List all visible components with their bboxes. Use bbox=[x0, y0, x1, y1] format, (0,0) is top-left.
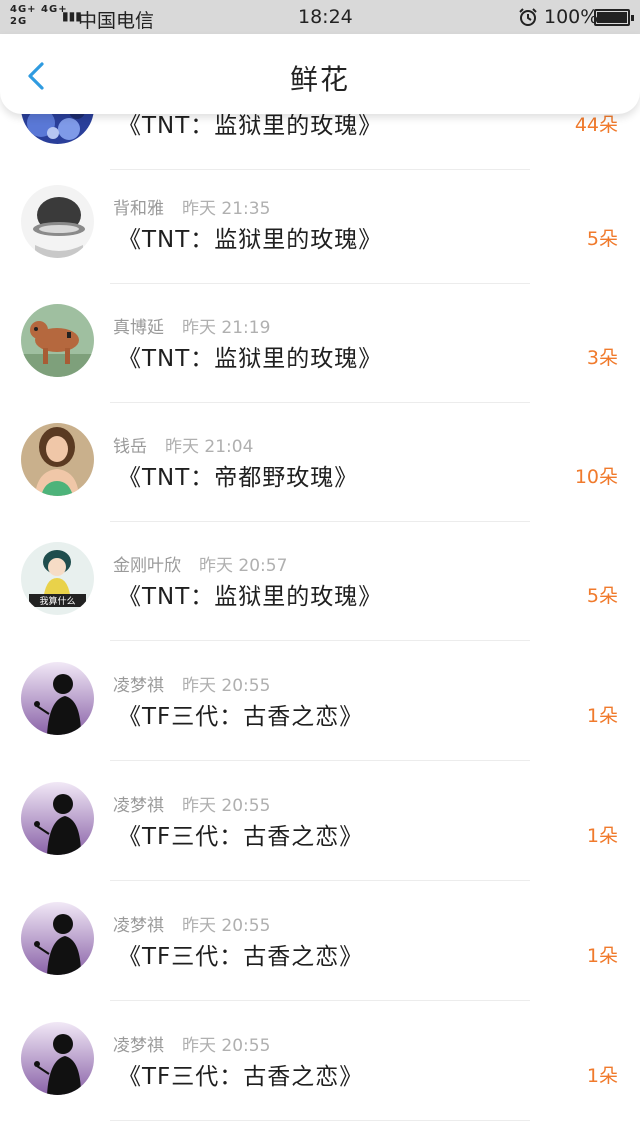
list-item[interactable]: 凌梦祺 昨天 20:55 《TF三代：古香之恋》 1朵 bbox=[0, 641, 640, 761]
list-item[interactable]: 凌梦祺 昨天 20:55 《TF三代：古香之恋》 1朵 bbox=[0, 1001, 640, 1121]
meta: 背和雅 昨天 21:35 bbox=[113, 194, 270, 219]
avatar[interactable] bbox=[21, 902, 94, 975]
username: 真博延 bbox=[113, 318, 164, 338]
gift-title: 《TF三代：古香之恋》 bbox=[118, 704, 364, 730]
signal-text: 4G+ 4G+ 2G bbox=[10, 4, 68, 27]
divider bbox=[110, 1120, 530, 1121]
username: 背和雅 bbox=[113, 199, 164, 219]
gift-title: 《TNT：监狱里的玫瑰》 bbox=[118, 584, 383, 610]
signal-indicator: 4G+ 4G+ 2G ▮▮▮ bbox=[10, 4, 82, 28]
gift-quantity: 1朵 bbox=[586, 705, 618, 727]
timestamp: 昨天 20:55 bbox=[182, 796, 271, 816]
avatar-woman-icon bbox=[21, 423, 94, 496]
avatar-silhouette-icon bbox=[21, 782, 94, 855]
timestamp: 昨天 20:55 bbox=[182, 916, 271, 936]
gift-quantity: 1朵 bbox=[586, 945, 618, 967]
list-item[interactable]: 凌梦祺 昨天 20:55 《TF三代：古香之恋》 1朵 bbox=[0, 881, 640, 1001]
meta: 真博延 昨天 21:19 bbox=[113, 313, 270, 338]
timestamp: 昨天 20:55 bbox=[182, 1036, 271, 1056]
avatar-silhouette-icon bbox=[21, 902, 94, 975]
list-item[interactable]: 我算什么 金刚叶欣 昨天 20:57 《TNT：监狱里的玫瑰》 5朵 bbox=[0, 521, 640, 641]
carrier-name: 中国电信 bbox=[78, 10, 155, 32]
username: 凌梦祺 bbox=[113, 676, 164, 696]
gift-title: 《TF三代：古香之恋》 bbox=[118, 944, 364, 970]
avatar-dog-icon bbox=[21, 304, 94, 377]
timestamp: 昨天 21:19 bbox=[182, 318, 271, 338]
avatar[interactable] bbox=[21, 304, 94, 377]
gift-quantity: 5朵 bbox=[586, 585, 618, 607]
avatar-caption: 我算什么 bbox=[39, 595, 75, 607]
meta: 凌梦祺 昨天 20:55 bbox=[113, 671, 270, 696]
timestamp: 昨天 21:35 bbox=[182, 199, 271, 219]
avatar[interactable] bbox=[21, 662, 94, 735]
avatar-cartoon-icon: 我算什么 bbox=[21, 542, 94, 615]
gift-title: 《TF三代：古香之恋》 bbox=[118, 824, 364, 850]
alarm-icon bbox=[518, 7, 538, 27]
gift-quantity: 1朵 bbox=[586, 825, 618, 847]
avatar[interactable] bbox=[21, 782, 94, 855]
status-bar: 4G+ 4G+ 2G ▮▮▮ 中国电信 18:24 100% bbox=[0, 0, 640, 34]
avatar-silhouette-icon bbox=[21, 662, 94, 735]
gift-quantity: 5朵 bbox=[586, 228, 618, 250]
clock: 18:24 bbox=[298, 6, 353, 28]
timestamp: 昨天 21:04 bbox=[165, 437, 254, 457]
battery-icon bbox=[594, 9, 634, 26]
gift-quantity: 3朵 bbox=[586, 347, 618, 369]
gift-quantity: 1朵 bbox=[586, 1065, 618, 1087]
avatar-silhouette-icon bbox=[21, 1022, 94, 1095]
gift-quantity: 44朵 bbox=[574, 114, 618, 136]
timestamp: 昨天 20:57 bbox=[199, 556, 288, 576]
meta: 凌梦祺 昨天 20:55 bbox=[113, 911, 270, 936]
avatar[interactable] bbox=[21, 423, 94, 496]
meta: 凌梦祺 昨天 20:55 bbox=[113, 791, 270, 816]
meta: 钱岳 昨天 21:04 bbox=[113, 432, 253, 457]
gift-title: 《TNT：监狱里的玫瑰》 bbox=[118, 346, 383, 372]
username: 钱岳 bbox=[113, 437, 147, 457]
avatar[interactable] bbox=[21, 1022, 94, 1095]
gift-title: 《TNT：监狱里的玫瑰》 bbox=[118, 227, 383, 253]
username: 凌梦祺 bbox=[113, 916, 164, 936]
timestamp: 昨天 20:55 bbox=[182, 676, 271, 696]
page-title: 鲜花 bbox=[289, 63, 350, 96]
avatar-gray-hat-icon bbox=[21, 185, 94, 258]
list-item[interactable]: 真博延 昨天 21:19 《TNT：监狱里的玫瑰》 3朵 bbox=[0, 283, 640, 403]
list-item[interactable]: 凌梦祺 昨天 20:55 《TF三代：古香之恋》 1朵 bbox=[0, 761, 640, 881]
username: 凌梦祺 bbox=[113, 796, 164, 816]
username: 金刚叶欣 bbox=[113, 556, 181, 576]
avatar[interactable] bbox=[21, 185, 94, 258]
list-item[interactable]: 钱岳 昨天 21:04 《TNT：帝都野玫瑰》 10朵 bbox=[0, 402, 640, 522]
flower-gift-list[interactable]: 《TNT：监狱里的玫瑰》 44朵 背和雅 昨天 21:35 《TNT：监狱里的玫瑰… bbox=[0, 0, 640, 1138]
battery-percentage: 100% bbox=[544, 6, 599, 28]
navigation-bar: 鲜花 bbox=[0, 34, 640, 114]
avatar[interactable]: 我算什么 bbox=[21, 542, 94, 615]
meta: 金刚叶欣 昨天 20:57 bbox=[113, 551, 287, 576]
gift-title: 《TF三代：古香之恋》 bbox=[118, 1064, 364, 1090]
gift-title: 《TNT：帝都野玫瑰》 bbox=[118, 465, 359, 491]
meta: 凌梦祺 昨天 20:55 bbox=[113, 1031, 270, 1056]
list-item[interactable]: 背和雅 昨天 21:35 《TNT：监狱里的玫瑰》 5朵 bbox=[0, 164, 640, 284]
username: 凌梦祺 bbox=[113, 1036, 164, 1056]
gift-quantity: 10朵 bbox=[574, 466, 618, 488]
